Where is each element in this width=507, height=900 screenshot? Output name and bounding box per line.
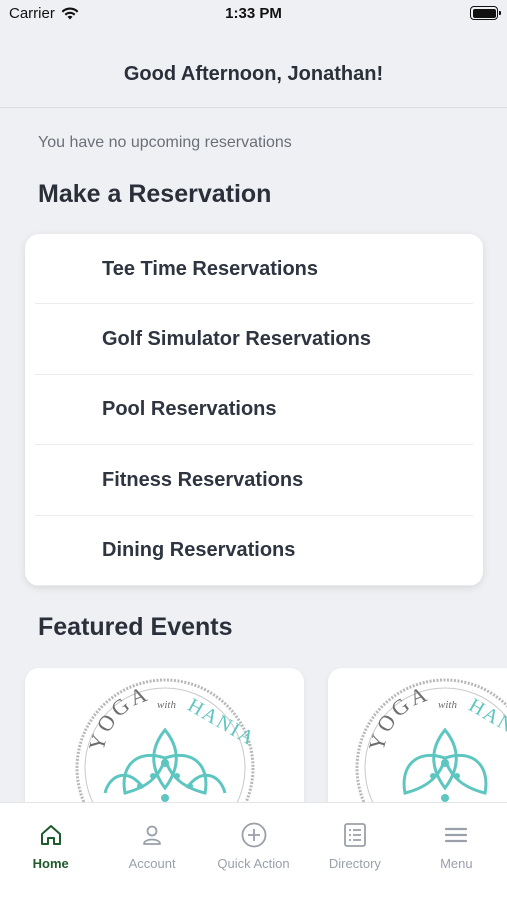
status-time: 1:33 PM xyxy=(225,5,282,22)
tab-quick-action[interactable]: Quick Action xyxy=(203,803,304,900)
tab-label: Account xyxy=(128,856,176,871)
tab-label: Directory xyxy=(328,856,381,871)
tab-account[interactable]: Account xyxy=(101,803,202,900)
greeting-title: Good Afternoon, Jonathan! xyxy=(123,63,384,85)
home-icon xyxy=(40,825,61,845)
tab-label: Home xyxy=(32,856,69,871)
reservation-item-fitness[interactable]: Fitness Reservations xyxy=(25,445,483,516)
tab-label: Quick Action xyxy=(217,856,290,871)
reservation-list: Tee Time Reservations Golf Simulator Res… xyxy=(25,234,483,586)
battery-icon xyxy=(470,6,501,20)
reservation-item-label: Dining Reservations xyxy=(102,539,296,562)
plus-circle-icon xyxy=(241,822,266,848)
tab-menu[interactable]: Menu xyxy=(406,803,507,900)
reservation-item-dining[interactable]: Dining Reservations xyxy=(25,516,483,586)
header: Good Afternoon, Jonathan! xyxy=(0,30,507,108)
logo-word-with: with xyxy=(438,699,457,711)
logo-word-hania: HANIA xyxy=(465,694,507,750)
logo-word-with: with xyxy=(157,699,176,711)
reservation-item-golf-simulator[interactable]: Golf Simulator Reservations xyxy=(25,304,483,376)
no-reservations-text: You have no upcoming reservations xyxy=(38,134,292,151)
event-card-yoga-2[interactable]: YOGA with HANIA xyxy=(328,668,507,818)
yoga-logo: YOGA with HANIA xyxy=(355,678,507,818)
reservation-item-label: Pool Reservations xyxy=(102,398,277,421)
reservation-item-label: Tee Time Reservations xyxy=(102,257,319,280)
person-icon xyxy=(143,825,162,845)
tab-label: Menu xyxy=(440,856,473,871)
event-card-yoga[interactable]: YOGA with HANIA xyxy=(25,668,304,818)
logo-word-hania: HANIA xyxy=(184,694,259,750)
reservation-item-label: Golf Simulator Reservations xyxy=(102,328,371,351)
make-reservation-title: Make a Reservation xyxy=(38,180,272,208)
status-bar: Carrier 1:33 PM xyxy=(0,0,507,30)
reservation-item-pool[interactable]: Pool Reservations xyxy=(25,375,483,446)
yoga-logo: YOGA with HANIA xyxy=(75,678,259,818)
tab-bar: Home Account Quick Action Directory Menu xyxy=(0,802,507,900)
featured-events-title: Featured Events xyxy=(38,613,233,641)
hamburger-icon xyxy=(445,827,468,843)
tab-directory[interactable]: Directory xyxy=(304,803,405,900)
tab-home[interactable]: Home xyxy=(0,803,101,900)
reservation-item-tee-time[interactable]: Tee Time Reservations xyxy=(25,234,483,305)
list-icon xyxy=(344,823,366,847)
reservation-item-label: Fitness Reservations xyxy=(102,468,304,491)
